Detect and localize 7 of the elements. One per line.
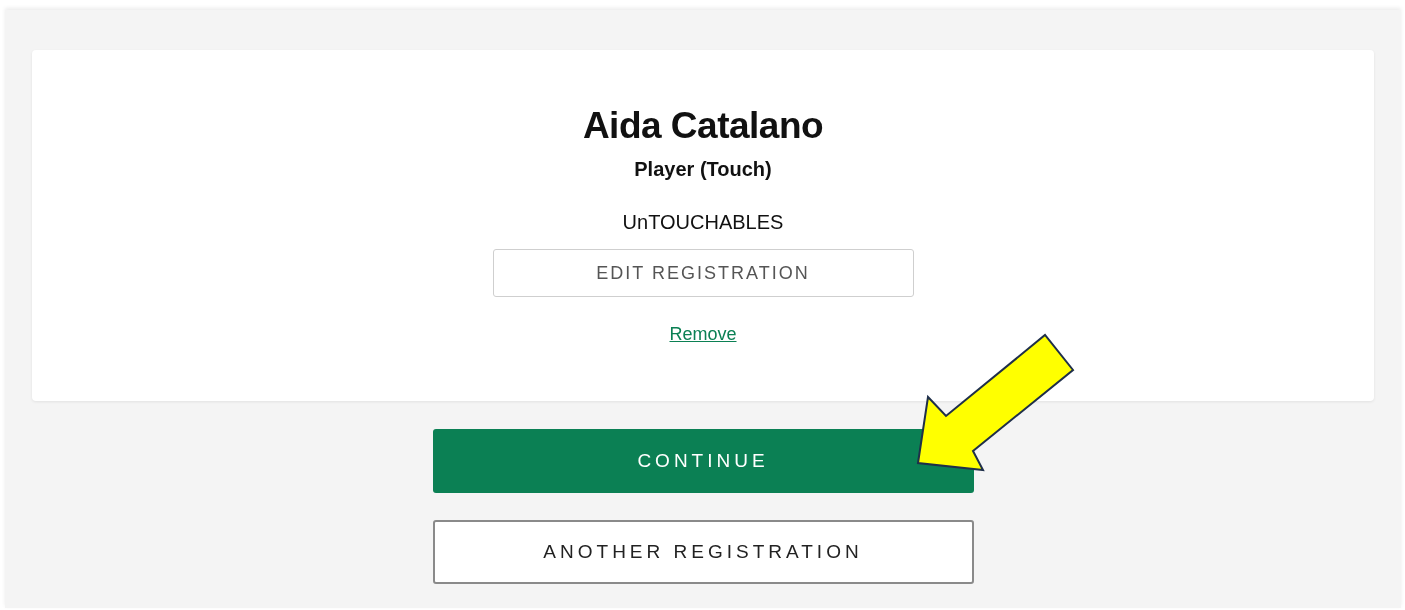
remove-link[interactable]: Remove: [669, 321, 737, 348]
team-name: UnTOUCHABLES: [622, 210, 784, 235]
player-name: Aida Catalano: [582, 104, 824, 148]
edit-registration-button[interactable]: EDIT REGISTRATION: [492, 249, 914, 297]
another-registration-button[interactable]: ANOTHER REGISTRATION: [432, 520, 974, 584]
continue-button[interactable]: CONTINUE: [432, 429, 974, 493]
player-role: Player (Touch): [634, 157, 772, 182]
